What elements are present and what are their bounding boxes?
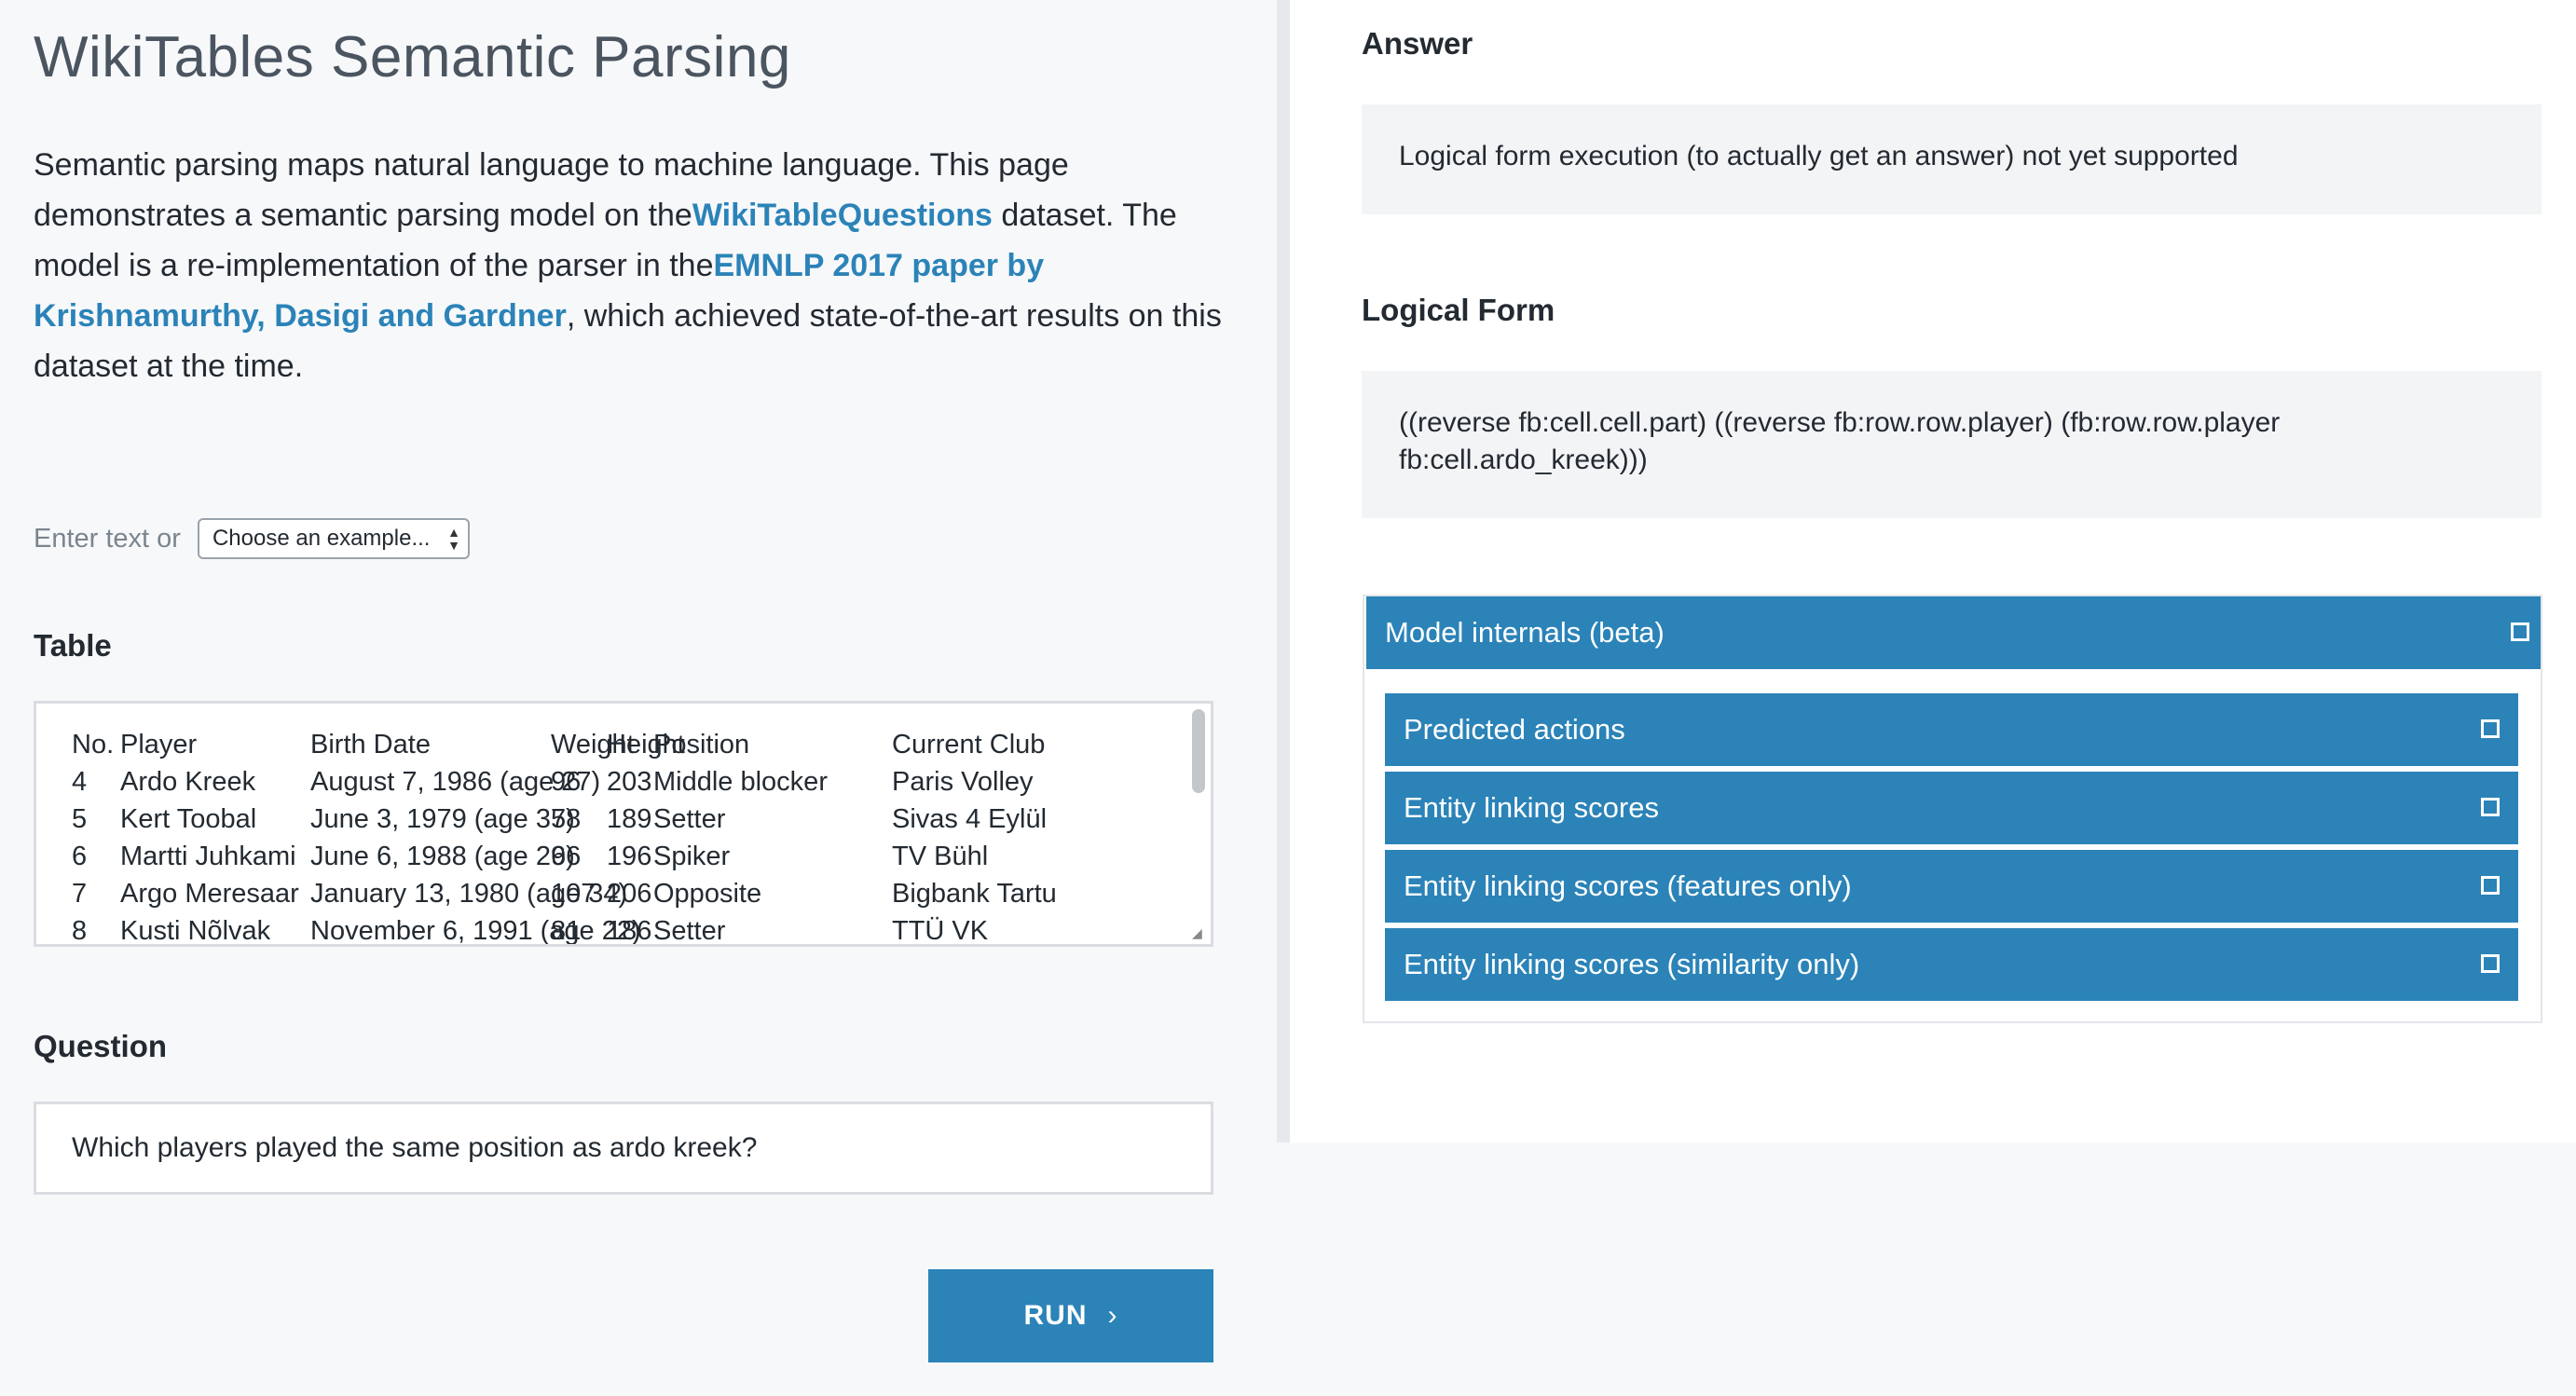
panel-label: Entity linking scores (similarity only) <box>1404 948 1860 980</box>
table-scrollbar[interactable] <box>1192 709 1205 793</box>
answer-value: Logical form execution (to actually get … <box>1399 141 2239 171</box>
output-pane-footer <box>1277 1143 2576 1396</box>
table-row: 8 Kusti Nõlvak November 6, 1991 (age 22) 81… <box>72 912 1172 946</box>
table-cell: Current Club <box>892 730 1046 760</box>
wikitablequestions-link[interactable]: WikiTableQuestions <box>692 198 993 233</box>
table-row: 4 Ardo Kreek August 7, 1986 (age 27) 96 203 M… <box>72 763 1172 801</box>
table-cell: Argo Meresaar <box>120 879 299 909</box>
table-cell: 96 <box>551 767 582 797</box>
question-label: Question <box>34 1029 168 1063</box>
expand-toggle-icon[interactable] <box>2511 623 2529 641</box>
example-select[interactable]: Choose an example... ▲ ▼ <box>197 518 470 559</box>
table-label: Table <box>34 628 112 663</box>
example-row: Enter text or Choose an example... ▲ ▼ <box>34 518 470 559</box>
model-internals-panel: Model internals (beta) Predicted actions… <box>1363 595 2542 1023</box>
chevron-right-icon: › <box>1107 1300 1118 1331</box>
table-cell: Martti Juhkami <box>120 842 296 871</box>
question-input[interactable]: Which players played the same position a… <box>34 1102 1213 1195</box>
panel-entity-linking-scores[interactable]: Entity linking scores <box>1385 772 2518 844</box>
table-content: No. Player Birth Date Weight Height Position C… <box>72 726 1172 946</box>
expand-toggle-icon[interactable] <box>2481 876 2500 895</box>
table-cell: 186 <box>607 916 652 946</box>
table-cell: Paris Volley <box>892 767 1034 797</box>
table-cell: 78 <box>551 804 582 834</box>
panel-label: Entity linking scores <box>1404 791 1659 824</box>
table-cell: 7 <box>72 879 88 909</box>
table-cell: November 6, 1991 (age 22) <box>310 916 641 946</box>
question-value: Which players played the same position a… <box>72 1132 758 1163</box>
expand-toggle-icon[interactable] <box>2481 954 2500 973</box>
example-select-value: Choose an example... <box>212 526 431 551</box>
table-textarea[interactable]: No. Player Birth Date Weight Height Position C… <box>34 701 1213 947</box>
table-row: 5 Kert Toobal June 3, 1979 (age 35) 78 189 Se… <box>72 801 1172 838</box>
table-cell: 6 <box>72 842 88 871</box>
panel-entity-linking-similarity[interactable]: Entity linking scores (similarity only) <box>1385 928 2518 1001</box>
table-cell: Sivas 4 Eylül <box>892 804 1048 834</box>
logical-form-label: Logical Form <box>1362 293 1555 327</box>
table-cell: 203 <box>607 767 652 797</box>
panel-entity-linking-features[interactable]: Entity linking scores (features only) <box>1385 850 2518 923</box>
table-cell: Player <box>120 730 198 760</box>
table-cell: June 6, 1988 (age 26) <box>310 842 575 871</box>
model-internals-label: Model internals (beta) <box>1385 616 1665 649</box>
pane-divider[interactable] <box>1277 0 1290 1143</box>
table-cell: Middle blocker <box>653 767 828 797</box>
table-cell: 8 <box>72 916 88 946</box>
table-cell: Ardo Kreek <box>120 767 256 797</box>
logical-form-line-1: ((reverse fb:cell.cell.part) ((reverse f… <box>1399 407 2281 438</box>
table-cell: Setter <box>653 916 726 946</box>
table-cell: Spiker <box>653 842 731 871</box>
page-title: WikiTables Semantic Parsing <box>34 25 791 89</box>
table-cell: Weight <box>551 730 635 760</box>
table-row: 7 Argo Meresaar January 13, 1980 (age 34) 1… <box>72 875 1172 912</box>
table-cell: June 3, 1979 (age 35) <box>310 804 575 834</box>
run-label: RUN <box>1023 1300 1088 1331</box>
table-cell: 96 <box>551 842 582 871</box>
table-cell: Birth Date <box>310 730 431 760</box>
table-cell: Height <box>607 730 685 760</box>
answer-label: Answer <box>1362 26 1473 61</box>
table-cell: Setter <box>653 804 726 834</box>
table-cell: 189 <box>607 804 652 834</box>
table-cell: Kert Toobal <box>120 804 257 834</box>
panel-label: Predicted actions <box>1404 713 1625 746</box>
table-cell: 4 <box>72 767 88 797</box>
table-cell: 5 <box>72 804 88 834</box>
table-cell: TTÜ VK <box>892 916 989 946</box>
table-row: 6 Martti Juhkami June 6, 1988 (age 26) 96 19… <box>72 838 1172 875</box>
panel-predicted-actions[interactable]: Predicted actions <box>1385 693 2518 766</box>
table-cell: Position <box>653 730 750 760</box>
table-cell: August 7, 1986 (age 27) <box>310 767 601 797</box>
table-cell: 206 <box>607 879 652 909</box>
table-cell: Kusti Nõlvak <box>120 916 271 946</box>
logical-form-box: ((reverse fb:cell.cell.part) ((reverse f… <box>1362 371 2542 518</box>
table-header-row: No. Player Birth Date Weight Height Position C… <box>72 726 1172 763</box>
expand-toggle-icon[interactable] <box>2481 719 2500 738</box>
intro-text: Semantic parsing maps natural language t… <box>34 140 1245 391</box>
answer-box: Logical form execution (to actually get … <box>1362 104 2542 214</box>
expand-toggle-icon[interactable] <box>2481 798 2500 816</box>
panel-label: Entity linking scores (features only) <box>1404 869 1852 902</box>
model-internals-header[interactable]: Model internals (beta) <box>1366 596 2541 669</box>
select-arrows-icon: ▲ ▼ <box>447 525 460 553</box>
table-cell: Opposite <box>653 879 762 909</box>
table-cell: 107 <box>551 879 596 909</box>
run-button[interactable]: RUN › <box>928 1269 1213 1362</box>
table-cell: 81 <box>551 916 582 946</box>
table-cell: TV Bühl <box>892 842 989 871</box>
table-cell: Bigbank Tartu <box>892 879 1057 909</box>
logical-form-line-2: fb:cell.ardo_kreek))) <box>1399 445 1648 475</box>
enter-text-label: Enter text or <box>34 523 181 554</box>
resize-handle-icon[interactable]: ◢ <box>1192 925 1207 940</box>
table-cell: 196 <box>607 842 652 871</box>
table-cell: No. <box>72 730 115 760</box>
table-cell: January 13, 1980 (age 34) <box>310 879 628 909</box>
